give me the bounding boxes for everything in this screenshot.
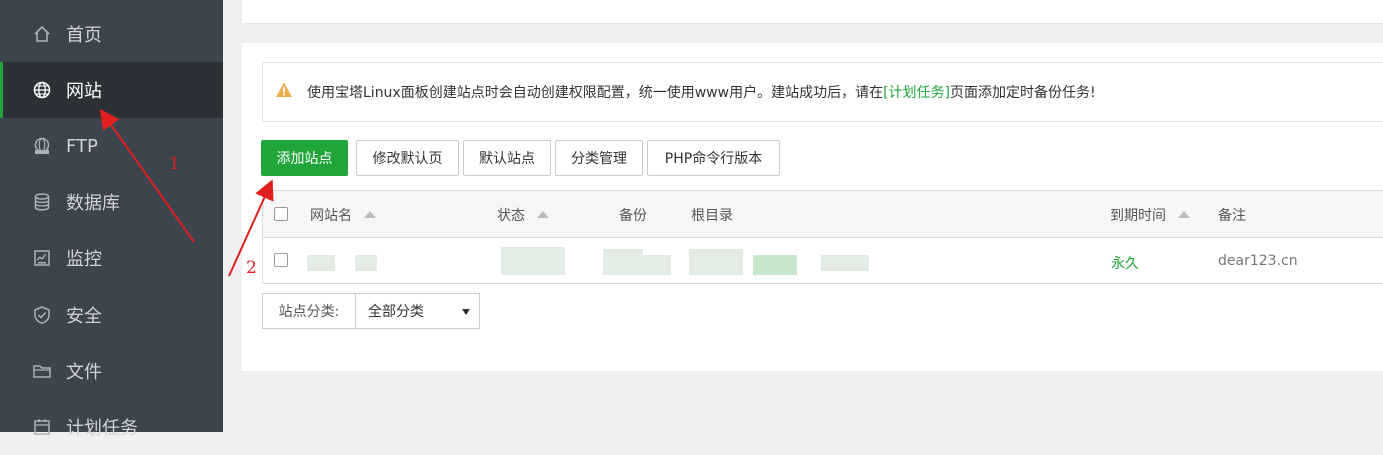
sidebar-item-database[interactable]: 数据库	[0, 174, 223, 230]
database-icon	[32, 192, 52, 212]
header-expire[interactable]: 到期时间	[1110, 205, 1190, 225]
monitor-icon	[32, 248, 52, 268]
sidebar-item-label: 数据库	[66, 193, 120, 214]
table-header: 网站名 状态 备份 根目录 到期时间 备注	[263, 191, 1383, 238]
shield-icon	[32, 305, 52, 325]
sidebar-item-label: 计划任务	[66, 418, 138, 439]
sidebar-item-label: 文件	[66, 362, 102, 383]
warning-icon	[275, 81, 293, 99]
sidebar-item-label: 监控	[66, 249, 102, 270]
redacted-site-name	[355, 255, 377, 271]
sort-arrow-icon	[537, 211, 549, 218]
row-checkbox[interactable]	[274, 253, 288, 267]
add-site-button[interactable]: 添加站点	[261, 140, 348, 176]
redacted-backup	[627, 255, 671, 275]
sort-arrow-icon	[364, 211, 376, 218]
default-site-button[interactable]: 默认站点	[463, 140, 551, 176]
notice-banner: 使用宝塔Linux面板创建站点时会自动创建权限配置，统一使用www用户。建站成功…	[262, 62, 1383, 122]
edit-default-page-button[interactable]: 修改默认页	[356, 140, 459, 176]
category-manage-button[interactable]: 分类管理	[555, 140, 643, 176]
ftp-icon	[32, 136, 52, 156]
sidebar-item-label: 首页	[66, 25, 102, 46]
sidebar-item-files[interactable]: 文件	[0, 343, 223, 399]
header-backup: 备份	[619, 208, 647, 224]
php-cli-version-button[interactable]: PHP命令行版本	[647, 140, 780, 176]
header-label: 到期时间	[1110, 208, 1166, 224]
category-label: 站点分类:	[262, 293, 356, 329]
sidebar-item-security[interactable]: 安全	[0, 287, 223, 343]
header-root-dir: 根目录	[691, 208, 733, 224]
redacted-status[interactable]	[501, 247, 565, 275]
globe-icon	[32, 80, 52, 100]
redacted-root-dir[interactable]	[689, 249, 743, 275]
category-select-value: 全部分类	[368, 304, 424, 320]
cron-task-link[interactable]: [计划任务]	[883, 85, 950, 101]
sidebar-item-home[interactable]: 首页	[0, 6, 223, 62]
notice-text: 使用宝塔Linux面板创建站点时会自动创建权限配置，统一使用www用户。建站成功…	[307, 82, 1096, 102]
header-label: 状态	[497, 208, 525, 224]
header-site-name[interactable]: 网站名	[310, 205, 376, 225]
header-label: 网站名	[310, 208, 352, 224]
header-status[interactable]: 状态	[497, 205, 549, 225]
select-all-checkbox[interactable]	[274, 207, 288, 221]
notice-text-before: 使用宝塔Linux面板创建站点时会自动创建权限配置，统一使用www用户。建站成功…	[307, 85, 884, 101]
sidebar-item-label: 网站	[66, 81, 102, 102]
notice-text-after: 页面添加定时备份任务!	[950, 85, 1096, 101]
sidebar: 首页 网站 FTP 数据库 监控 安全 文件 计划任务	[0, 0, 223, 439]
category-select[interactable]: 全部分类	[355, 293, 480, 329]
calendar-icon	[32, 417, 52, 437]
breadcrumb-card	[242, 0, 1383, 23]
folder-icon	[32, 361, 52, 381]
site-table: 网站名 状态 备份 根目录 到期时间 备注 永久 dear123.cn	[262, 190, 1383, 284]
sidebar-item-label: FTP	[66, 135, 98, 157]
sidebar-item-monitor[interactable]: 监控	[0, 230, 223, 286]
expire-cell[interactable]: 永久	[1111, 253, 1139, 273]
sidebar-item-cron[interactable]: 计划任务	[0, 399, 223, 455]
redacted-root-dir	[821, 255, 869, 271]
sidebar-item-label: 安全	[66, 306, 102, 327]
caret-down-icon	[462, 309, 470, 315]
sidebar-item-website[interactable]: 网站	[0, 62, 223, 118]
sidebar-item-ftp[interactable]: FTP	[0, 118, 223, 174]
redacted-site-name[interactable]	[307, 255, 335, 271]
remark-cell[interactable]: dear123.cn	[1218, 253, 1298, 269]
annotation-label-2: 2	[246, 258, 257, 278]
redacted-root-dir	[753, 255, 797, 275]
sort-arrow-icon	[1178, 211, 1190, 218]
annotation-label-1: 1	[169, 154, 180, 174]
home-icon	[32, 24, 52, 44]
header-remark: 备注	[1218, 208, 1246, 224]
